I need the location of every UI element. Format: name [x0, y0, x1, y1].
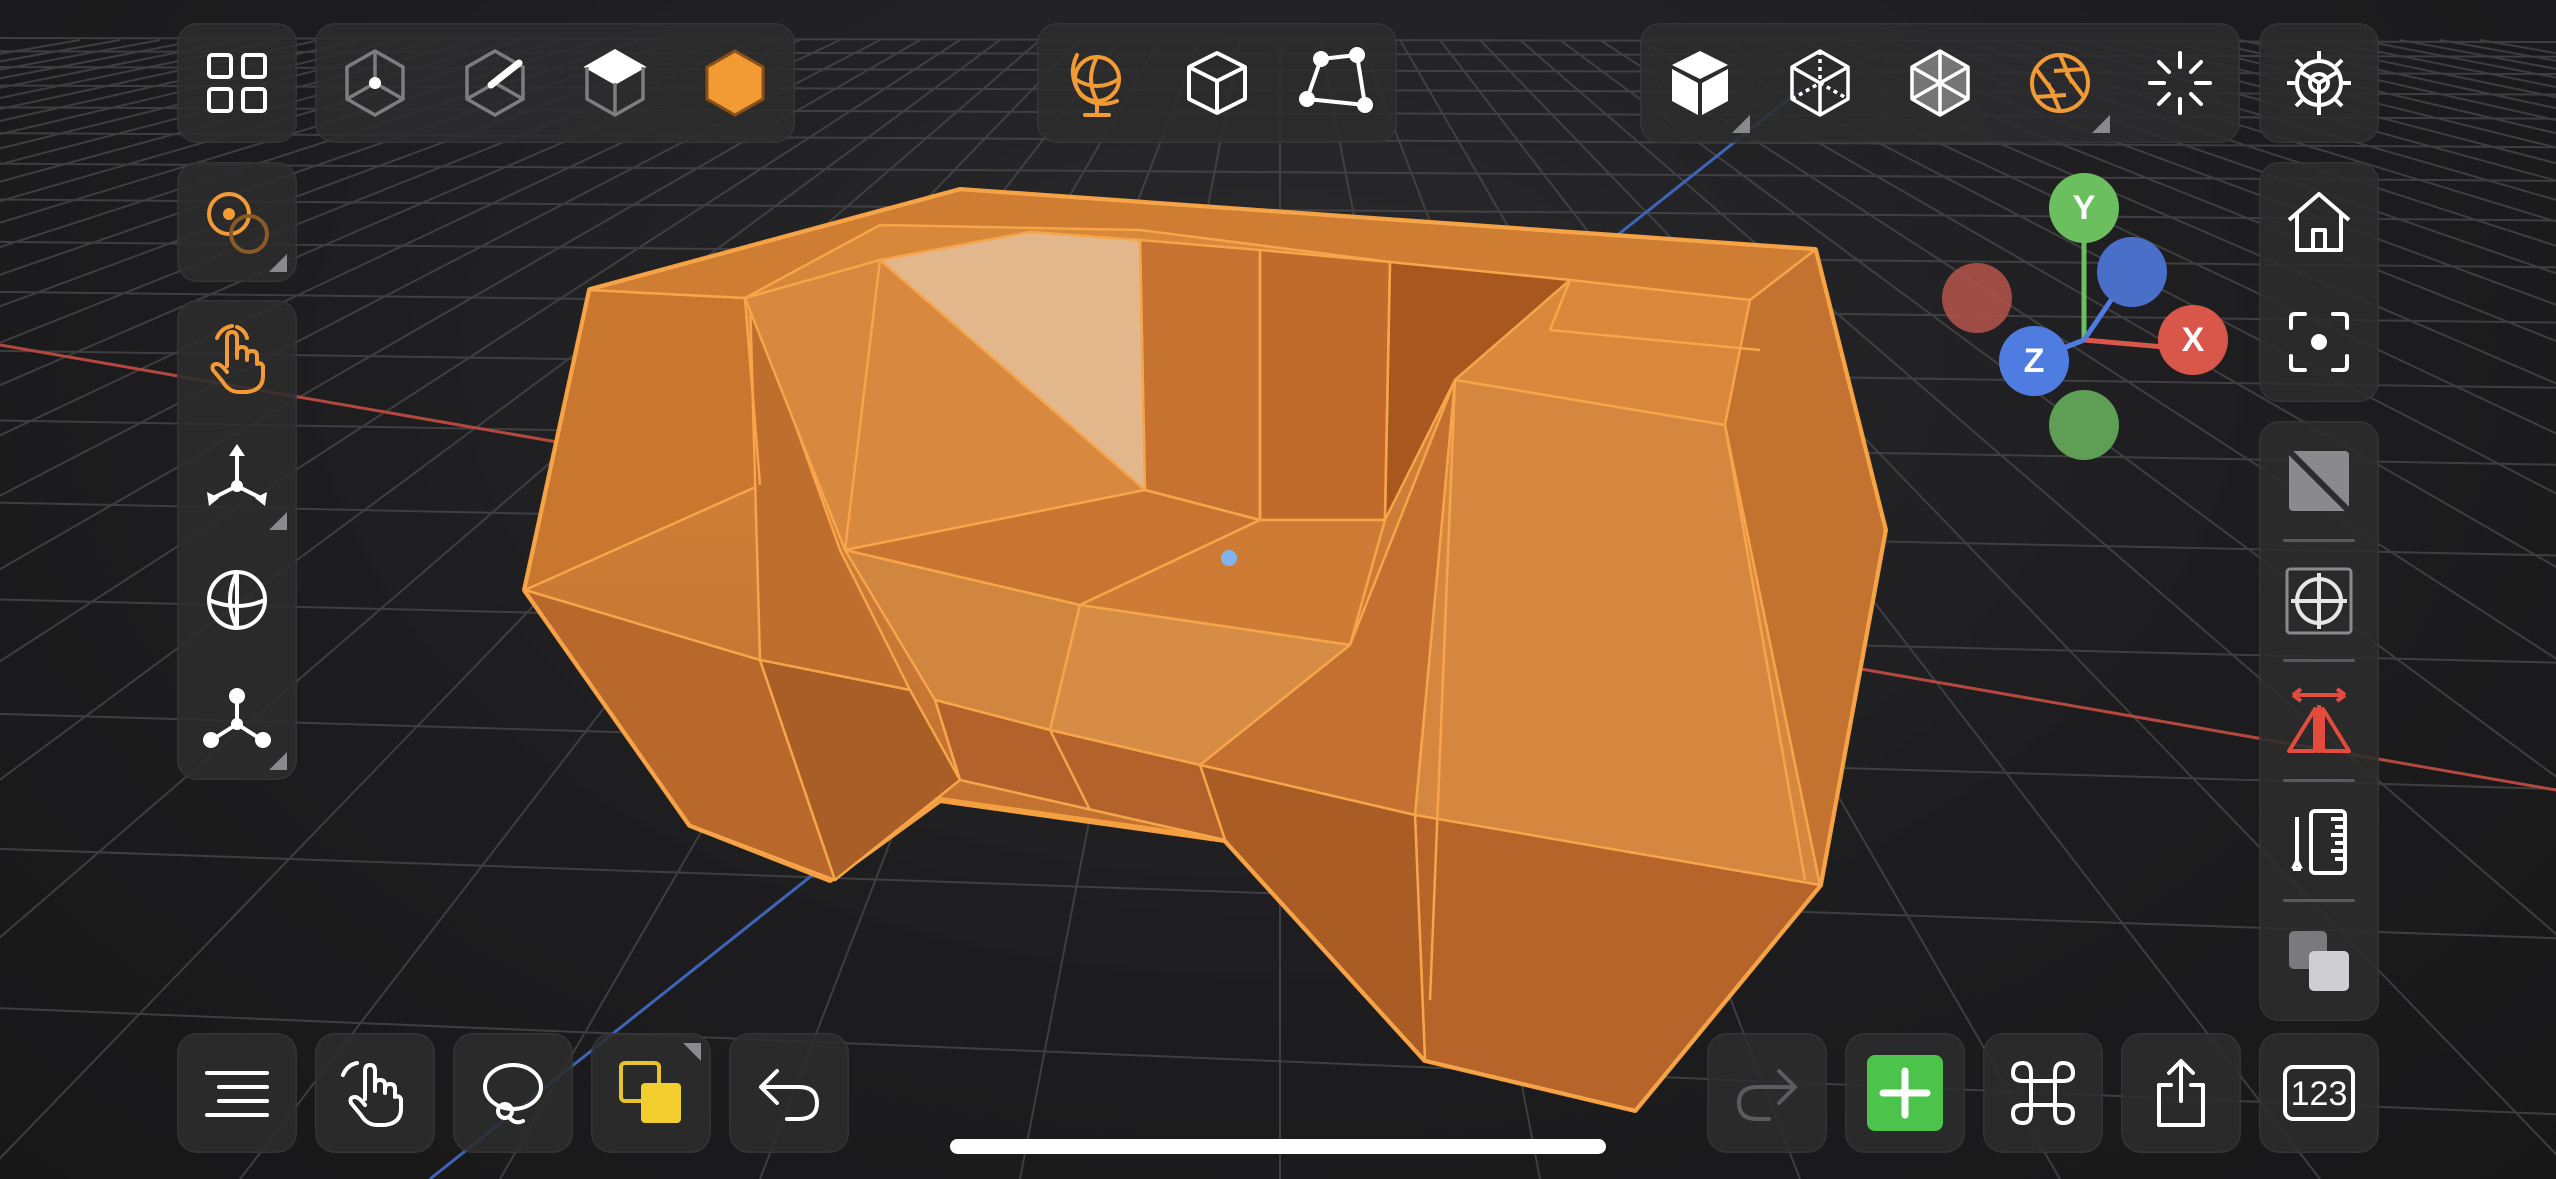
home-indicator[interactable] [950, 1139, 1606, 1154]
undo-icon [759, 1069, 819, 1121]
hand-drag-icon [341, 1061, 403, 1127]
share-icon [2157, 1059, 2205, 1127]
tri-nodes-icon [203, 688, 271, 748]
gizmo-neg-z[interactable] [2097, 237, 2167, 307]
command-icon [2010, 1060, 2076, 1126]
commands-button[interactable] [1983, 1033, 2103, 1153]
gear-icon [2287, 51, 2351, 115]
redo-icon [1737, 1069, 1797, 1121]
xray-cube-icon [1910, 49, 1970, 117]
wireframe-shading-button[interactable] [1760, 23, 1880, 143]
lighting-button[interactable] [2120, 23, 2240, 143]
focus-icon [2289, 312, 2349, 372]
redo-button[interactable] [1707, 1033, 1827, 1153]
face-mode-button[interactable] [555, 23, 675, 143]
scale-tool-button[interactable] [177, 660, 297, 780]
mesh-face [1258, 248, 1392, 522]
solid-shading-button[interactable] [1640, 23, 1760, 143]
submenu-indicator [269, 512, 287, 530]
view-group [2259, 162, 2379, 402]
xray-shading-button[interactable] [1880, 23, 2000, 143]
normal-space-button[interactable] [1277, 23, 1397, 143]
solid-cube-icon [1672, 51, 1728, 115]
transform-space-group [1037, 23, 1397, 143]
polygon-icon [1299, 47, 1373, 113]
transform-tool-button[interactable] [177, 420, 297, 540]
submenu-indicator [2092, 115, 2110, 133]
move-arrows-icon [207, 444, 267, 506]
gizmo-neg-y[interactable] [2049, 390, 2119, 460]
shading-group [1640, 23, 2240, 143]
mesh-face [1138, 238, 1262, 522]
cube-outline-icon [1187, 51, 1247, 115]
list-icon [205, 1071, 269, 1117]
layers-button[interactable] [2259, 901, 2379, 1021]
numeric-input-button[interactable]: 123 [2259, 1033, 2379, 1153]
selection-mode-group [315, 23, 795, 143]
object-origin-dot [1221, 550, 1237, 566]
subdivision-toggle-button[interactable] [2259, 421, 2379, 541]
pivot-icon [207, 192, 269, 254]
selection-mode-button[interactable] [591, 1033, 711, 1153]
hand-tap-icon [210, 324, 265, 394]
numeric-label: 123 [2291, 1075, 2348, 1113]
3d-scene[interactable]: Y X Z [0, 0, 2556, 1179]
tool-group [177, 300, 297, 780]
global-space-button[interactable] [1037, 23, 1157, 143]
submenu-indicator [1732, 115, 1750, 133]
slash-square-icon [2286, 448, 2352, 514]
app-viewport: Y X Z 123 [0, 0, 2556, 1179]
outliner-button[interactable] [177, 1033, 297, 1153]
select-tool-button[interactable] [177, 300, 297, 420]
mesh-face [1198, 763, 1427, 1062]
face-select-icon [583, 48, 647, 118]
snap-button[interactable] [2259, 541, 2379, 661]
submenu-indicator [269, 254, 287, 272]
share-button[interactable] [2121, 1033, 2241, 1153]
mirror-icon [2287, 687, 2351, 753]
vertex-mode-button[interactable] [315, 23, 435, 143]
lasso-icon [483, 1063, 543, 1125]
duplicate-squares-icon [619, 1061, 681, 1123]
local-space-button[interactable] [1157, 23, 1277, 143]
lasso-button[interactable] [453, 1033, 573, 1153]
settings-button[interactable] [2259, 23, 2379, 143]
focus-button[interactable] [2259, 282, 2379, 402]
ruler-icon [2291, 809, 2347, 875]
objects-grid-button[interactable] [177, 23, 297, 143]
sparkle-icon [2148, 51, 2212, 115]
mirror-button[interactable] [2259, 661, 2379, 781]
rotate-tool-button[interactable] [177, 540, 297, 660]
add-object-button[interactable] [1845, 1033, 1965, 1153]
undo-button[interactable] [729, 1033, 849, 1153]
wireframe-cube-icon [1790, 49, 1850, 117]
object-select-icon [705, 49, 765, 117]
edge-select-icon [465, 48, 525, 118]
plus-icon [1867, 1055, 1943, 1131]
manipulate-button[interactable] [315, 1033, 435, 1153]
gizmo-x-label: X [2182, 321, 2205, 359]
gizmo-neg-x[interactable] [1942, 263, 2012, 333]
aperture-icon [2030, 53, 2090, 113]
pivot-button[interactable] [177, 162, 297, 282]
selected-mesh-object[interactable] [522, 187, 1888, 1113]
home-icon [2287, 192, 2351, 252]
numeric-icon: 123 [2283, 1065, 2355, 1121]
globe-icon [1070, 53, 1121, 117]
crosshair-icon [2285, 567, 2353, 635]
edge-mode-button[interactable] [435, 23, 555, 143]
gizmo-y-label: Y [2073, 189, 2096, 227]
gizmo-z-label: Z [2024, 342, 2045, 380]
grid-icon [207, 53, 267, 113]
home-view-button[interactable] [2259, 162, 2379, 282]
measure-button[interactable] [2259, 781, 2379, 901]
submenu-indicator [269, 752, 287, 770]
sphere-icon [207, 570, 267, 630]
object-mode-button[interactable] [675, 23, 795, 143]
submenu-indicator [683, 1043, 701, 1061]
vertex-select-icon [345, 48, 405, 118]
camera-lens-button[interactable] [2000, 23, 2120, 143]
layers-icon [2289, 931, 2349, 991]
modifier-group [2259, 421, 2379, 1021]
